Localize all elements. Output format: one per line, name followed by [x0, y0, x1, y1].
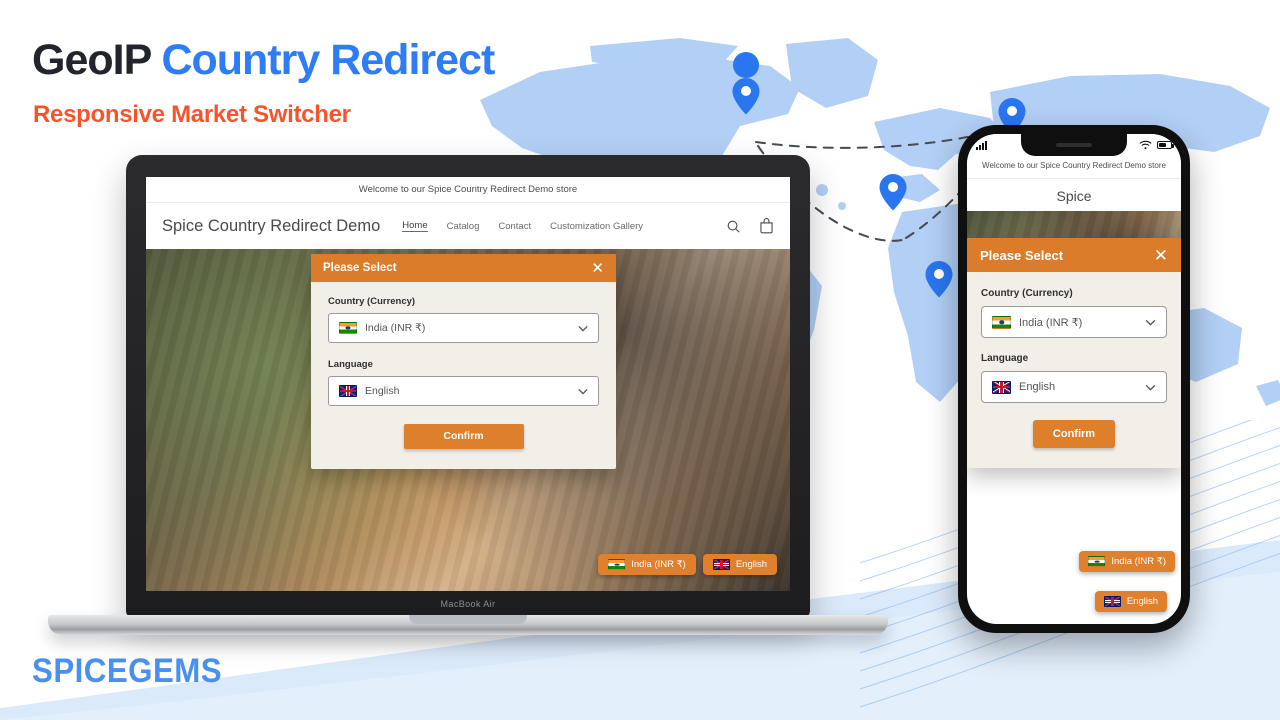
- phone-badge-language-wrap: English: [1094, 591, 1167, 612]
- phone-mockup: Welcome to our Spice Country Redirect De…: [958, 125, 1190, 633]
- cart-icon[interactable]: [759, 218, 774, 234]
- badge-language[interactable]: English: [1094, 591, 1167, 612]
- phone-badge-country-currency-wrap: India (INR ₹): [1079, 551, 1175, 572]
- modal-title: Please Select: [980, 247, 1064, 263]
- language-select-value: English: [1019, 381, 1056, 393]
- uk-flag-icon: [1103, 596, 1121, 607]
- page-title-primary: GeoIP: [32, 36, 151, 84]
- india-flag-icon: [339, 322, 357, 334]
- india-flag-icon: [1088, 556, 1106, 567]
- market-selector-modal: Please Select ✕ Country (Currency) India…: [311, 254, 616, 469]
- country-field-label: Country (Currency): [328, 296, 416, 307]
- market-selector-modal: Please Select ✕ Country (Currency) India…: [967, 238, 1181, 468]
- badge-language[interactable]: English: [702, 554, 777, 575]
- chevron-down-icon: [578, 388, 588, 395]
- close-icon[interactable]: ✕: [591, 261, 604, 276]
- page-title: GeoIP Country Redirect: [32, 36, 495, 85]
- uk-flag-icon: [992, 380, 1011, 394]
- confirm-button[interactable]: Confirm: [403, 424, 524, 449]
- phone-body: Welcome to our Spice Country Redirect De…: [958, 125, 1190, 633]
- laptop-mockup: Welcome to our Spice Country Redirect De…: [48, 155, 888, 635]
- phone-notch: [1021, 134, 1127, 156]
- brand-logo: SPICEGEMS: [32, 652, 223, 690]
- uk-flag-icon: [339, 385, 357, 397]
- signal-strength-icon: [976, 140, 987, 150]
- chevron-down-icon: [1145, 319, 1156, 326]
- laptop-screen: Welcome to our Spice Country Redirect De…: [146, 177, 790, 591]
- laptop-lid: Welcome to our Spice Country Redirect De…: [126, 155, 810, 617]
- nav-link-customization-gallery[interactable]: Customization Gallery: [550, 221, 643, 232]
- india-flag-icon: [608, 559, 626, 570]
- language-field-label: Language: [328, 359, 373, 370]
- language-select[interactable]: English: [981, 371, 1167, 403]
- country-select[interactable]: India (INR ₹): [981, 306, 1167, 338]
- battery-icon: [1157, 141, 1174, 149]
- laptop-base-notch: [409, 615, 527, 624]
- modal-title: Please Select: [323, 262, 397, 274]
- country-select-value: India (INR ₹): [1019, 316, 1083, 329]
- chevron-down-icon: [1145, 384, 1156, 391]
- badge-country-label: India (INR ₹): [631, 559, 686, 570]
- country-field-label: Country (Currency): [981, 288, 1073, 299]
- store-name[interactable]: Spice: [967, 179, 1181, 211]
- nav-link-contact[interactable]: Contact: [498, 221, 531, 232]
- laptop-model-label: MacBook Air: [440, 599, 496, 609]
- storefront-header: Spice Country Redirect Demo Home Catalog…: [146, 203, 790, 249]
- uk-flag-icon: [712, 559, 730, 570]
- chevron-down-icon: [578, 325, 588, 332]
- confirm-button[interactable]: Confirm: [1033, 420, 1115, 448]
- badge-country-label: India (INR ₹): [1111, 556, 1166, 567]
- badge-country-currency[interactable]: India (INR ₹): [598, 554, 696, 575]
- poster-canvas: GeoIP Country Redirect Responsive Market…: [0, 0, 1280, 720]
- laptop-floating-badges: India (INR ₹) English: [598, 554, 777, 575]
- search-icon[interactable]: [726, 219, 741, 234]
- close-icon[interactable]: ✕: [1154, 247, 1168, 264]
- language-field-label: Language: [981, 353, 1029, 364]
- announcement-bar: Welcome to our Spice Country Redirect De…: [146, 177, 790, 203]
- badge-country-currency[interactable]: India (INR ₹): [1079, 551, 1175, 572]
- india-flag-icon: [992, 315, 1011, 329]
- page-subtitle: Responsive Market Switcher: [33, 101, 351, 128]
- badge-language-label: English: [735, 559, 767, 570]
- country-select-value: India (INR ₹): [365, 322, 426, 334]
- store-name[interactable]: Spice Country Redirect Demo: [162, 217, 380, 236]
- nav-link-catalog[interactable]: Catalog: [447, 221, 480, 232]
- earpiece-speaker: [1056, 143, 1092, 147]
- country-select[interactable]: India (INR ₹): [328, 313, 599, 343]
- nav-link-home[interactable]: Home: [402, 220, 428, 232]
- page-title-accent: Country Redirect: [161, 36, 495, 84]
- phone-screen: Welcome to our Spice Country Redirect De…: [967, 134, 1181, 624]
- wifi-icon: [1139, 140, 1152, 150]
- language-select-value: English: [365, 385, 400, 397]
- language-select[interactable]: English: [328, 376, 599, 406]
- badge-language-label: English: [1126, 596, 1158, 607]
